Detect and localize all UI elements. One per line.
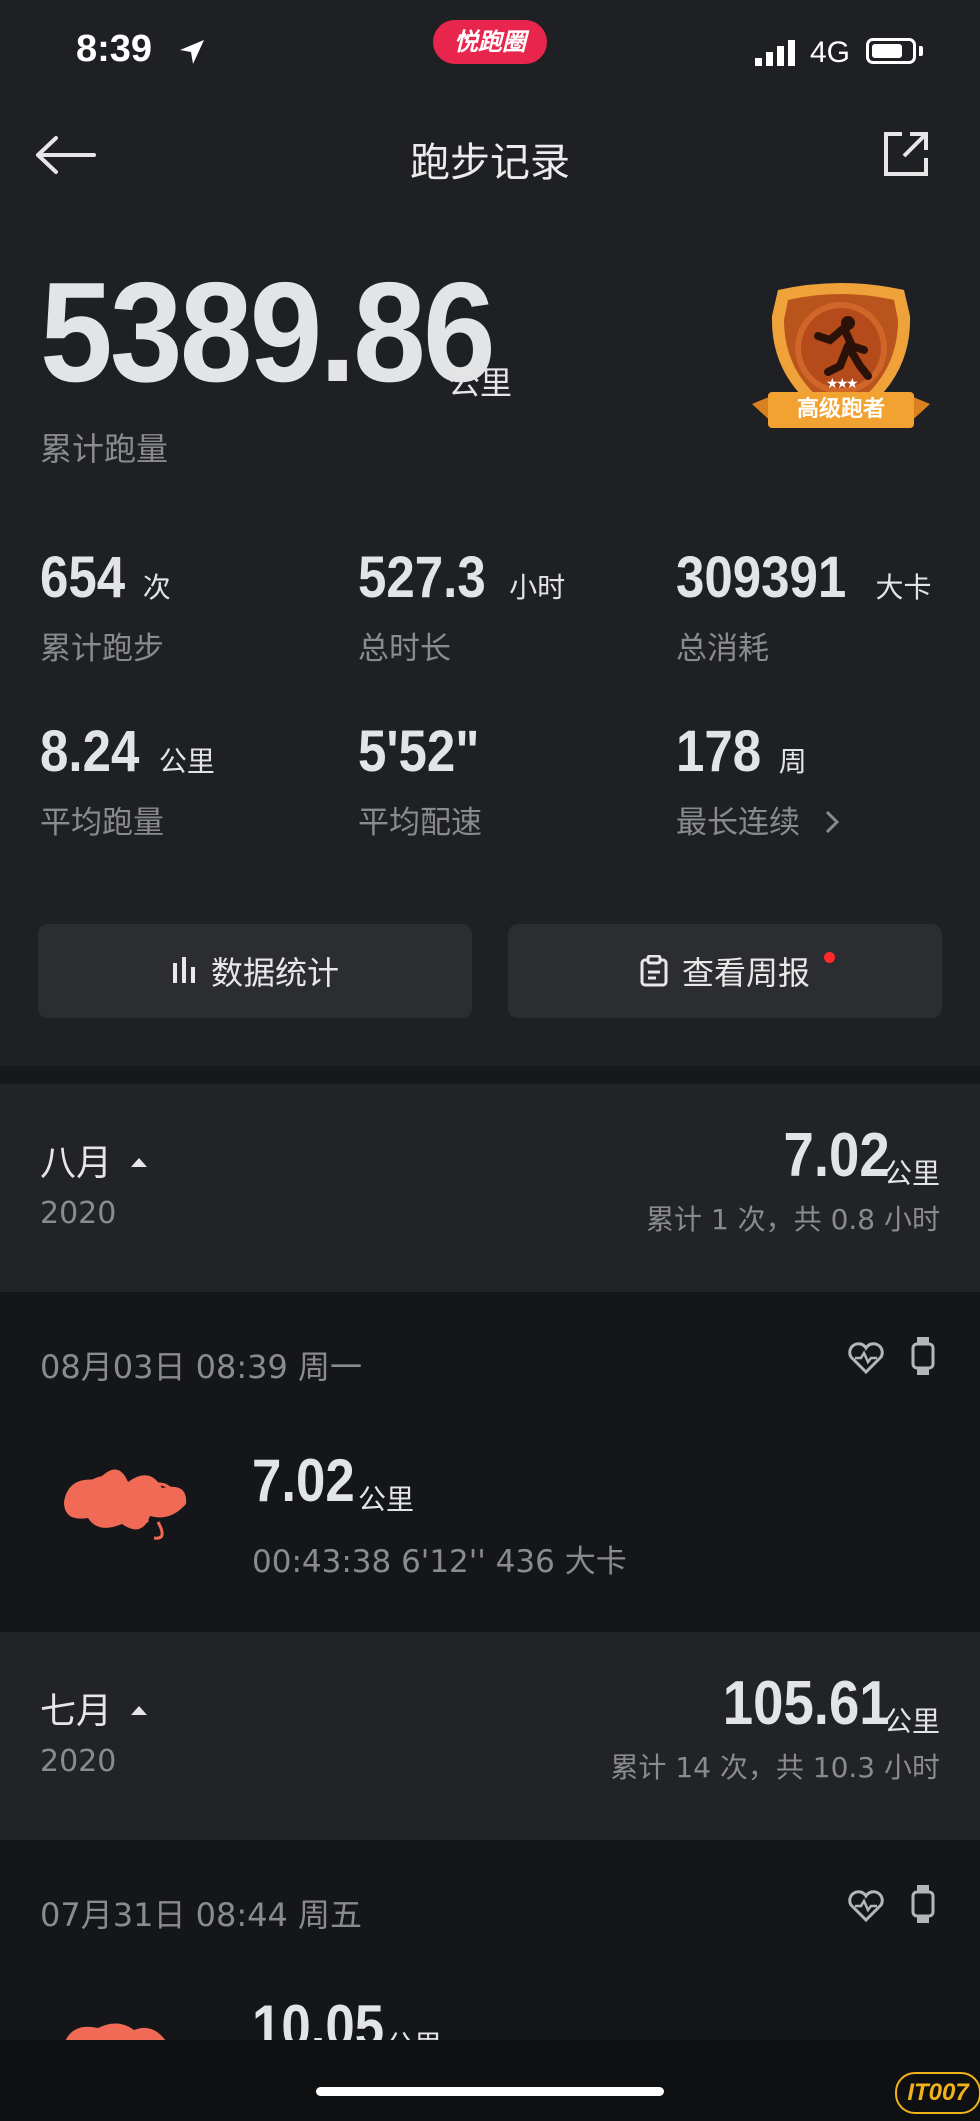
route-map-thumbnail [64,1469,187,1540]
month-name: 七月 [40,1682,149,1734]
home-indicator[interactable] [316,2087,664,2096]
total-distance-label: 累计跑量 [40,430,169,468]
month-summary: 累计 1 次，共 0.8 小时 [646,1203,940,1236]
battery-icon [866,38,916,64]
month-header-august[interactable]: 八月 2020 7.02 公里 累计 1 次，共 0.8 小时 [0,1084,980,1292]
stat-unit: 公里 [158,745,215,778]
stat-value: 178 [676,719,762,784]
stat-value: 5'52" [358,719,480,784]
watch-icon [911,1885,935,1923]
data-statistics-button[interactable]: 数据统计 [38,924,472,1018]
run-datetime: 08月03日 08:39 周一 [40,1348,363,1386]
app-logo-pill[interactable]: 悦跑圈 [433,20,547,64]
stat-average-pace: 5'52" 平均配速 [358,718,502,842]
month-name: 八月 [40,1134,149,1186]
month-distance-unit: 公里 [883,1157,940,1190]
status-time: 8:39 [76,28,153,70]
section-divider [0,1066,980,1084]
stat-value: 654 [40,545,126,610]
stat-label: 总消耗 [676,631,769,667]
run-distance: 7.02 [252,1447,355,1514]
stat-total-calories: 309391 大卡 总消耗 [676,544,932,668]
stat-total-runs: 654 次 累计跑步 [40,544,171,668]
stat-value: 527.3 [358,545,486,610]
total-distance: 5389.86 [40,253,496,412]
run-meta: 00:43:38 6'12'' 436 大卡 [252,1544,627,1580]
stat-value: 8.24 [40,719,140,784]
month-name-text: 八月 [40,1143,113,1184]
svg-text:★: ★ [846,376,859,392]
data-statistics-label: 数据统计 [210,954,339,992]
month-distance-unit: 公里 [883,1705,940,1738]
stat-label: 累计跑步 [40,631,164,667]
weekly-report-button[interactable]: 查看周报 [508,924,942,1018]
run-distance-unit: 公里 [358,1483,415,1516]
month-year: 2020 [40,1196,117,1231]
battery-tip [919,46,923,56]
stat-unit: 小时 [509,571,566,604]
stat-unit: 周 [778,745,807,778]
heart-rate-icon [848,1890,884,1923]
share-icon[interactable] [880,128,932,180]
badge-label: 高级跑者 [796,397,885,422]
month-name-text: 七月 [40,1691,113,1732]
stat-label: 平均跑量 [40,805,164,841]
page-title: 跑步记录 [410,140,570,186]
stat-label: 平均配速 [358,805,482,841]
weekly-report-label: 查看周报 [681,954,810,992]
stat-unit: 大卡 [875,571,932,604]
chevron-right-icon [825,810,839,834]
caret-up-icon [131,1158,148,1167]
back-arrow-icon[interactable] [34,130,98,180]
stat-label: 最长连续 [676,797,844,842]
stat-value: 309391 [676,545,847,610]
watch-icon [911,1337,935,1375]
runner-badge-icon: ★★★ [752,283,930,428]
stat-label-text: 最长连续 [676,805,800,841]
stat-label: 总时长 [358,631,451,667]
month-summary: 累计 14 次，共 10.3 小时 [610,1751,940,1784]
clipboard-icon [640,955,668,987]
bottom-safe-area [0,2040,980,2121]
bar-chart-icon [171,957,197,985]
caret-up-icon [131,1706,148,1715]
run-datetime: 07月31日 08:44 周五 [40,1896,363,1934]
notification-dot [824,952,835,963]
month-distance: 105.61 [723,1669,890,1738]
status-bar: 8:39 悦跑圈 4G [0,0,980,110]
stat-average-distance: 8.24 公里 平均跑量 [40,718,215,842]
heart-rate-icon [848,1342,884,1375]
runner-level-badge[interactable]: ★ ★ ★ 高级跑者 [748,276,934,458]
stat-longest-streak[interactable]: 178 周 最长连续 [676,718,844,842]
location-arrow-icon [180,40,204,64]
month-distance: 7.02 [783,1121,890,1190]
network-type: 4G [810,36,851,69]
month-year: 2020 [40,1744,117,1779]
stat-unit: 次 [142,571,171,604]
run-record[interactable]: 08月03日 08:39 周一 7.02 公里 00:43:38 6'12'' … [0,1292,980,1632]
month-header-july[interactable]: 七月 2020 105.61 公里 累计 14 次，共 10.3 小时 [0,1632,980,1840]
watermark-logo: IT007 [895,2072,980,2114]
stat-total-time: 527.3 小时 总时长 [358,544,565,668]
signal-icon [755,40,795,66]
total-distance-unit: 公里 [448,364,513,402]
